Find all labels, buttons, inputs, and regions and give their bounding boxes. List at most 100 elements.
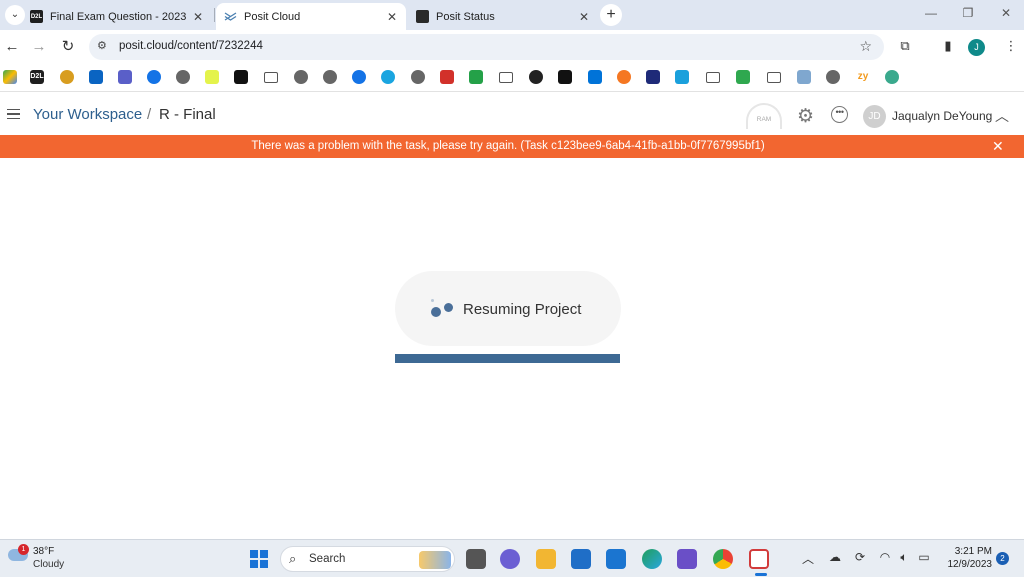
edge-browser-icon[interactable] xyxy=(642,549,662,569)
windows-start-icon[interactable] xyxy=(250,550,268,568)
tab-posit-cloud[interactable]: Posit Cloud ✕ xyxy=(216,3,406,30)
folder-bookmark-icon[interactable] xyxy=(264,72,278,83)
posit-bookmark-icon[interactable] xyxy=(797,70,811,84)
site-settings-icon[interactable]: ⚙ xyxy=(97,39,111,55)
globe-bookmark-icon[interactable] xyxy=(411,70,425,84)
error-message: There was a problem with the task, pleas… xyxy=(251,140,765,152)
wifi-icon[interactable]: ◠ xyxy=(877,550,893,564)
breadcrumb-workspace[interactable]: Your Workspace xyxy=(33,106,142,123)
side-panel-icon[interactable]: ▮ xyxy=(939,38,957,56)
snipping-tool-icon[interactable] xyxy=(749,549,769,569)
chrome-taskbar-icon[interactable] xyxy=(713,549,733,569)
tab-final-exam[interactable]: D2L Final Exam Question - 2023 Fall ✕ xyxy=(22,3,212,30)
refresh-sync-icon[interactable]: ⟳ xyxy=(852,550,868,564)
globe-bookmark-icon[interactable] xyxy=(294,70,308,84)
folder-bookmark-icon[interactable] xyxy=(499,72,513,83)
loader-message: Resuming Project xyxy=(463,301,582,318)
hypothesis-bookmark-icon[interactable] xyxy=(205,70,219,84)
ram-label: RAM xyxy=(756,116,772,123)
c-bookmark-icon[interactable] xyxy=(352,70,366,84)
notification-badge[interactable]: 2 xyxy=(996,552,1009,565)
chatgpt-bookmark-icon[interactable] xyxy=(885,70,899,84)
show-hidden-icons-chevron-icon[interactable]: ︿ xyxy=(800,550,816,567)
file-explorer-icon[interactable] xyxy=(536,549,556,569)
university-bookmark-icon[interactable] xyxy=(60,70,74,84)
d2l-favicon-icon: D2L xyxy=(30,10,43,23)
github-bookmark-icon[interactable] xyxy=(529,70,543,84)
teams-bookmark-icon[interactable] xyxy=(118,70,132,84)
c-bookmark-icon[interactable] xyxy=(381,70,395,84)
close-window-icon[interactable]: ✕ xyxy=(996,6,1016,20)
search-icon: ⌕ xyxy=(289,551,297,566)
weather-temperature[interactable]: 38°F xyxy=(33,546,54,557)
more-options-icon[interactable]: ••• xyxy=(831,106,848,123)
weather-alert-badge: 1 xyxy=(18,544,29,555)
battery-icon[interactable]: ▭ xyxy=(916,550,932,564)
progress-bar xyxy=(395,354,620,363)
red-app-bookmark-icon[interactable] xyxy=(440,70,454,84)
globe-bookmark-icon[interactable] xyxy=(323,70,337,84)
browser-tab-strip: ⌄ D2L Final Exam Question - 2023 Fall ✕ … xyxy=(0,0,1024,30)
google-drive-bookmark-icon[interactable] xyxy=(3,70,17,84)
cloud-sync-icon[interactable]: ☁ xyxy=(827,550,843,564)
quizlet-bookmark-icon[interactable] xyxy=(147,70,161,84)
windows-taskbar: 1 38°F Cloudy ⌕ Search ︿ ☁ ⟳ ◠ 🔈︎ ▭ 3:21… xyxy=(0,539,1024,577)
resuming-project-indicator: Resuming Project xyxy=(395,271,621,346)
microsoft-store-icon[interactable] xyxy=(571,549,591,569)
back-arrow-icon[interactable]: ← xyxy=(2,37,22,57)
gear-icon[interactable]: ⚙ xyxy=(797,105,814,128)
new-tab-button[interactable]: + xyxy=(600,4,622,26)
posit-status-icon xyxy=(416,10,429,23)
task-view-icon[interactable] xyxy=(466,549,486,569)
close-icon[interactable]: ✕ xyxy=(384,10,400,24)
ram-gauge: RAM xyxy=(746,103,782,129)
folder-bookmark-icon[interactable] xyxy=(767,72,781,83)
volume-muted-icon[interactable]: 🔈︎ xyxy=(896,550,912,565)
bookmarks-bar: D2L zy xyxy=(0,64,1024,92)
user-avatar[interactable]: JD xyxy=(863,105,886,128)
close-icon[interactable]: ✕ xyxy=(576,10,592,24)
slash-bookmark-icon[interactable] xyxy=(646,70,660,84)
chrome-menu-icon[interactable]: ⋮ xyxy=(1002,38,1020,56)
d2l-bookmark-icon[interactable]: D2L xyxy=(30,70,44,84)
minimize-icon[interactable]: — xyxy=(921,6,941,20)
tab-posit-status[interactable]: Posit Status ✕ xyxy=(408,3,598,30)
globe-bookmark-icon[interactable] xyxy=(826,70,840,84)
tv-bookmark-icon[interactable] xyxy=(558,70,572,84)
chat-app-icon[interactable] xyxy=(500,549,520,569)
weather-condition[interactable]: Cloudy xyxy=(33,559,64,570)
zybooks-bookmark-icon[interactable]: zy xyxy=(855,70,871,84)
breadcrumb-separator: / xyxy=(147,106,152,123)
close-icon[interactable]: ✕ xyxy=(190,10,206,24)
search-label: Search xyxy=(309,553,346,565)
s-bookmark-icon[interactable] xyxy=(675,70,689,84)
hamburger-menu-icon[interactable] xyxy=(7,109,20,119)
bookmark-star-icon[interactable]: ☆ xyxy=(859,38,872,55)
taskbar-search-box[interactable]: ⌕ Search xyxy=(280,546,455,572)
folder-bookmark-icon[interactable] xyxy=(706,72,720,83)
close-icon[interactable]: ✕ xyxy=(992,138,1004,155)
globe-bookmark-icon[interactable] xyxy=(176,70,190,84)
spinner-dot-icon xyxy=(431,299,434,302)
chevron-up-icon[interactable]: ︿ xyxy=(995,106,1009,126)
h-bookmark-icon[interactable] xyxy=(234,70,248,84)
outlook-bookmark-icon[interactable] xyxy=(89,70,103,84)
clock-time[interactable]: 3:21 PM xyxy=(950,546,992,557)
clock-date[interactable]: 12/9/2023 xyxy=(940,559,993,570)
forward-arrow-icon[interactable]: → xyxy=(29,37,49,57)
tab-separator xyxy=(214,8,215,22)
orange-dot-bookmark-icon[interactable] xyxy=(617,70,631,84)
posit-cloud-icon xyxy=(224,10,237,23)
user-name[interactable]: Jaqualyn DeYoung xyxy=(892,109,992,123)
active-app-indicator xyxy=(755,573,767,576)
green-flag-bookmark-icon[interactable] xyxy=(469,70,483,84)
restore-icon[interactable]: ❐ xyxy=(958,6,978,20)
mail-icon[interactable] xyxy=(606,549,626,569)
t-bookmark-icon[interactable] xyxy=(736,70,750,84)
extensions-puzzle-icon[interactable]: ⧉ xyxy=(896,38,914,56)
box-bookmark-icon[interactable] xyxy=(588,70,602,84)
reload-icon[interactable]: ↻ xyxy=(58,37,78,57)
address-bar[interactable]: ⚙ posit.cloud/content/7232244 ☆ xyxy=(89,34,884,60)
copilot-icon[interactable] xyxy=(677,549,697,569)
profile-avatar[interactable]: J xyxy=(968,39,985,56)
